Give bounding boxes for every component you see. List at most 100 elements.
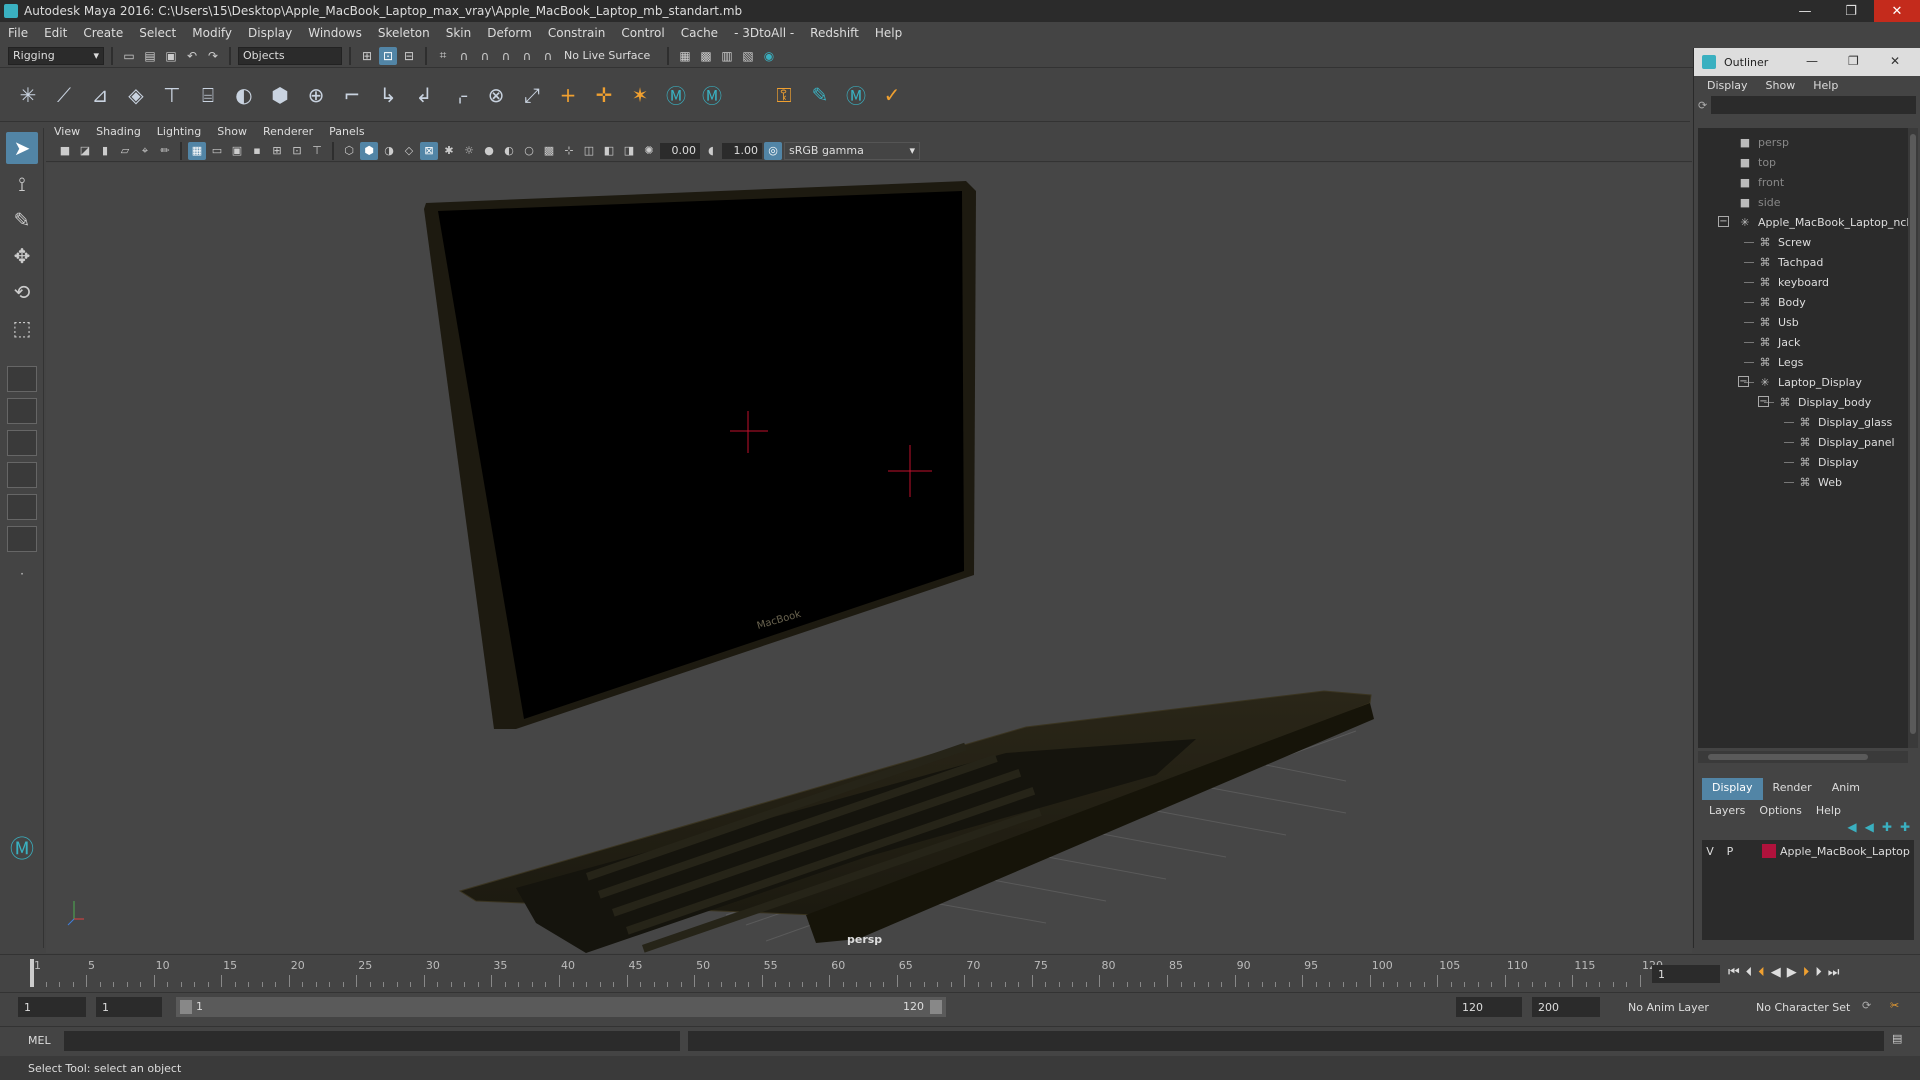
wrap-icon[interactable]: ↳ bbox=[374, 81, 402, 109]
redo-icon[interactable]: ↷ bbox=[204, 47, 222, 65]
check-icon[interactable]: ✓ bbox=[878, 81, 906, 109]
menu-display[interactable]: Display bbox=[240, 26, 300, 40]
step-back-key-icon[interactable]: ⏴ bbox=[1746, 965, 1753, 980]
nonlinear-icon[interactable]: ⊗ bbox=[482, 81, 510, 109]
menu-file[interactable]: File bbox=[0, 26, 36, 40]
move-tool-icon[interactable]: ✥ bbox=[6, 240, 38, 272]
new-layer-selected-icon[interactable]: ✚ bbox=[1900, 820, 1910, 840]
panel-menu-show[interactable]: Show bbox=[209, 125, 255, 138]
menu-create[interactable]: Create bbox=[75, 26, 131, 40]
wireframe-icon[interactable]: ⬡ bbox=[340, 142, 358, 160]
menu-help[interactable]: Help bbox=[867, 26, 910, 40]
four-view-layout-icon[interactable] bbox=[7, 398, 37, 424]
close-button[interactable]: ✕ bbox=[1874, 0, 1920, 22]
side-by-side-layout-icon[interactable] bbox=[7, 430, 37, 456]
two-d-pan-icon[interactable]: ⌖ bbox=[136, 142, 154, 160]
panel-menu-renderer[interactable]: Renderer bbox=[255, 125, 321, 138]
minimize-button[interactable]: — bbox=[1782, 0, 1828, 22]
outliner-item[interactable]: ✳ Laptop_Display bbox=[1758, 372, 1862, 392]
snap-view-icon[interactable]: ∩ bbox=[497, 47, 515, 65]
scrollbar-thumb[interactable] bbox=[1708, 754, 1868, 760]
outliner-item[interactable]: ⌘ Display bbox=[1798, 452, 1859, 472]
tree-expander-toggle[interactable]: − bbox=[1718, 216, 1729, 227]
layer-menu-options[interactable]: Options bbox=[1752, 804, 1808, 817]
anim-start-field[interactable]: 1 bbox=[18, 997, 86, 1017]
safe-title-icon[interactable]: ⊤ bbox=[308, 142, 326, 160]
grease-pencil-icon[interactable]: ✏ bbox=[156, 142, 174, 160]
save-scene-icon[interactable]: ▣ bbox=[162, 47, 180, 65]
isolate-select-icon[interactable]: ◫ bbox=[580, 142, 598, 160]
set-key-icon[interactable]: ⚿ bbox=[770, 81, 798, 109]
tab-render[interactable]: Render bbox=[1763, 778, 1822, 800]
field-chart-icon[interactable]: ⊞ bbox=[268, 142, 286, 160]
textured-icon[interactable]: ✱ bbox=[440, 142, 458, 160]
scrollbar-thumb[interactable] bbox=[1910, 134, 1916, 734]
outliner-item[interactable]: ⌘ Screw bbox=[1758, 232, 1812, 252]
filter-icon[interactable]: ⟳ bbox=[1698, 99, 1707, 112]
lasso-tool-icon[interactable]: ⟟ bbox=[6, 168, 38, 200]
film-gate-icon[interactable]: ▭ bbox=[208, 142, 226, 160]
playback-end-field[interactable]: 120 bbox=[1456, 997, 1522, 1017]
move-layer-up-icon[interactable]: ◀ bbox=[1847, 820, 1856, 840]
range-start-handle[interactable] bbox=[180, 1000, 192, 1014]
tree-expander-toggle[interactable]: − bbox=[1758, 396, 1769, 407]
exposure-field[interactable]: 0.00 bbox=[660, 142, 700, 159]
go-to-start-icon[interactable]: ⏮ bbox=[1728, 965, 1740, 980]
layer-playback-toggle[interactable]: P bbox=[1722, 845, 1738, 858]
color-space-dropdown[interactable]: sRGB gamma ▾ bbox=[784, 141, 920, 160]
render-view-icon[interactable]: ▦ bbox=[676, 47, 694, 65]
bind-skin-icon[interactable]: ⌸ bbox=[194, 81, 222, 109]
tab-anim[interactable]: Anim bbox=[1822, 778, 1870, 800]
panel-menu-lighting[interactable]: Lighting bbox=[149, 125, 209, 138]
outliner-item[interactable]: ■ front bbox=[1738, 172, 1784, 192]
layer-menu-layers[interactable]: Layers bbox=[1702, 804, 1752, 817]
menu-control[interactable]: Control bbox=[613, 26, 672, 40]
render-settings-icon[interactable]: ▧ bbox=[739, 47, 757, 65]
brush-icon[interactable]: ✎ bbox=[806, 81, 834, 109]
select-object-icon[interactable]: ⊡ bbox=[379, 46, 397, 65]
live-surface-field[interactable]: No Live Surface bbox=[560, 46, 660, 65]
rotate-tool-icon[interactable]: ⟲ bbox=[6, 276, 38, 308]
xray-icon[interactable]: ⊠ bbox=[420, 141, 438, 160]
color-management-icon[interactable]: ◎ bbox=[764, 141, 782, 160]
range-bar[interactable]: 1 120 bbox=[176, 997, 946, 1017]
step-back-frame-icon[interactable]: ⏴ bbox=[1758, 965, 1765, 980]
outliner-menu-display[interactable]: Display bbox=[1698, 79, 1757, 92]
paint-weights-icon[interactable]: ◐ bbox=[230, 81, 258, 109]
outliner-minimize-button[interactable]: — bbox=[1806, 54, 1818, 68]
tab-display[interactable]: Display bbox=[1702, 778, 1763, 800]
character-set-dropdown[interactable]: No Character Set bbox=[1750, 997, 1868, 1017]
smooth-bind-icon[interactable]: ⬢ bbox=[266, 81, 294, 109]
play-backwards-icon[interactable]: ◀ bbox=[1771, 965, 1781, 980]
insert-joint-icon[interactable]: ◈ bbox=[122, 81, 150, 109]
step-forward-frame-icon[interactable]: ⏵ bbox=[1803, 965, 1810, 980]
lattice-icon[interactable]: ⌐ bbox=[338, 81, 366, 109]
bookmark-icon[interactable]: ▮ bbox=[96, 142, 114, 160]
outliner-item[interactable]: ⌘ Web bbox=[1798, 472, 1842, 492]
layer-menu-help[interactable]: Help bbox=[1809, 804, 1848, 817]
safe-action-icon[interactable]: ⊡ bbox=[288, 142, 306, 160]
exposure-icon[interactable]: ✺ bbox=[640, 142, 658, 160]
outliner-item[interactable]: ■ side bbox=[1738, 192, 1781, 212]
menu-windows[interactable]: Windows bbox=[300, 26, 370, 40]
menu-skeleton[interactable]: Skeleton bbox=[370, 26, 438, 40]
camera-attributes-icon[interactable]: ◪ bbox=[76, 142, 94, 160]
scale-tool-icon[interactable]: ⬚ bbox=[6, 312, 38, 344]
move-layer-down-icon[interactable]: ◀ bbox=[1865, 820, 1874, 840]
maya-script-icon[interactable]: Ⓜ bbox=[842, 81, 870, 109]
image-plane-icon[interactable]: ▱ bbox=[116, 142, 134, 160]
paint-select-icon[interactable]: ✎ bbox=[6, 204, 38, 236]
sculpt-icon[interactable]: ⤢ bbox=[518, 81, 546, 109]
selection-mode-dropdown[interactable]: Objects bbox=[238, 46, 342, 65]
outliner-item[interactable]: ⌘ keyboard bbox=[1758, 272, 1830, 292]
anti-aliasing-icon[interactable]: ▩ bbox=[540, 142, 558, 160]
restore-button[interactable]: ❐ bbox=[1828, 0, 1874, 22]
menuset-dropdown[interactable]: Rigging ▾ bbox=[8, 46, 104, 65]
ambient-occlusion-icon[interactable]: ◐ bbox=[500, 142, 518, 160]
snap-surface-icon[interactable]: ∩ bbox=[518, 47, 536, 65]
single-view-layout-icon[interactable] bbox=[7, 366, 37, 392]
select-hierarchy-icon[interactable]: ⊞ bbox=[358, 47, 376, 65]
orient-constraint-icon[interactable]: ✶ bbox=[626, 81, 654, 109]
layer-row[interactable]: V P Apple_MacBook_Laptop bbox=[1702, 842, 1914, 860]
cluster-icon[interactable]: ⊕ bbox=[302, 81, 330, 109]
